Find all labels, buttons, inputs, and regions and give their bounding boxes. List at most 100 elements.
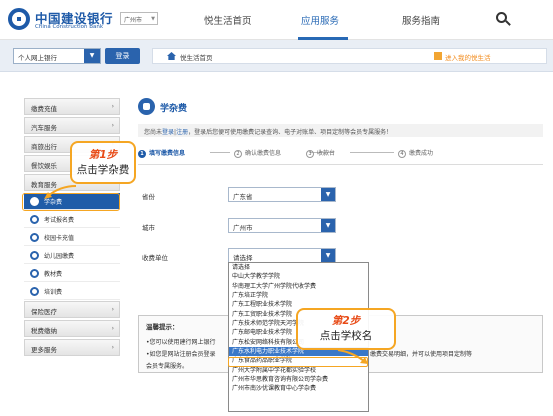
chevron-right-icon: › <box>111 325 114 332</box>
sidebar-sub-label: 培训费 <box>44 289 63 296</box>
login-bar: 个人网上银行 ▼ 登录 悦生活首页 进入我的悦生活 <box>0 40 553 72</box>
dropdown-option[interactable]: 广东培正学院 <box>229 291 368 300</box>
ccb-logo-icon <box>8 8 30 30</box>
dropdown-option[interactable]: 广州市华思教育咨询有限公司学杂费 <box>229 375 368 384</box>
home-icon[interactable] <box>167 52 176 60</box>
step-label: 缴费成功 <box>409 150 434 157</box>
sidebar-item-car[interactable]: 汽车服务 › <box>24 117 120 134</box>
payee-unit-select[interactable]: 请选择 ▼ <box>228 248 336 263</box>
chevron-down-icon: ▼ <box>151 16 155 22</box>
sidebar-item-label: 税费缴纳 <box>31 327 57 335</box>
step-connector <box>210 152 230 153</box>
step-success: 4 缴费成功 <box>398 148 433 158</box>
sidebar-sub-label: 考试报名费 <box>44 217 75 224</box>
step2-arrow-icon <box>337 349 368 364</box>
sidebar: 缴费充值› 汽车服务› 商旅出行› 餐饮娱乐› 教育服务⌄ 学杂费 考试报名费 … <box>24 98 120 358</box>
step1-arrow-icon <box>44 185 77 199</box>
sidebar-item-label: 汽车服务 <box>31 124 57 132</box>
step2-text: 点击学校名 <box>319 330 373 342</box>
chevron-right-icon: › <box>111 122 114 129</box>
breadcrumb: 悦生活首页 进入我的悦生活 <box>152 48 547 64</box>
dropdown-option[interactable]: 广州市南沙优课教育中心学杂费 <box>229 384 368 393</box>
login-button[interactable]: 登录 <box>105 48 140 64</box>
bank-logo[interactable]: 中国建设银行 China Construction Bank <box>8 6 118 34</box>
tuition-title-icon <box>138 98 155 115</box>
city-select-value: 广州市 <box>124 17 143 24</box>
step-fill-info: 1 填写缴费信息 <box>138 148 185 158</box>
kindergarten-icon <box>30 251 39 260</box>
login-button-label: 登录 <box>115 52 130 60</box>
province-select[interactable]: 广东省 ▼ <box>228 187 336 202</box>
breadcrumb-home-link[interactable]: 悦生活首页 <box>180 52 213 62</box>
sidebar-item-insurance[interactable]: 保险医疗 › <box>24 301 120 318</box>
province-value: 广东省 <box>233 193 253 201</box>
city-field-select[interactable]: 广州市 ▼ <box>228 218 336 233</box>
sidebar-sub-label: 幼儿园缴费 <box>44 253 75 260</box>
step-cashier: 3 收款台 <box>306 148 335 158</box>
notice-prefix: 您尚未 <box>144 129 163 136</box>
step1-callout: 第1步 点击学杂费 <box>70 141 136 184</box>
sidebar-sub-exam-fee[interactable]: 考试报名费 <box>24 211 120 228</box>
login-notice: 您尚未登录|注册，登录后您便可使用缴费记录查询、电子对账单、项目定制等会员专属服… <box>138 124 543 137</box>
top-header: 中国建设银行 China Construction Bank 广州市 ▼ 悦生活… <box>0 0 553 40</box>
step-number: 2 <box>234 150 242 158</box>
chevron-down-icon: ▼ <box>84 49 100 63</box>
dropdown-option[interactable]: 华南理工大学广州学院代收学费 <box>229 282 368 291</box>
step-label: 确认缴费信息 <box>245 150 282 157</box>
payee-unit-value: 请选择 <box>233 254 253 262</box>
notice-register-link[interactable]: 注册 <box>176 129 188 136</box>
chevron-down-icon: ▼ <box>321 219 335 232</box>
sidebar-item-label: 保险医疗 <box>31 308 57 316</box>
progress-steps: 1 填写缴费信息 2 确认缴费信息 3 收款台 4 缴费成功 <box>138 148 543 160</box>
chevron-right-icon: › <box>111 344 114 351</box>
step-label: 收款台 <box>317 150 336 157</box>
sidebar-item-label: 更多服务 <box>31 346 57 354</box>
sidebar-sub-training[interactable]: 培训费 <box>24 283 120 300</box>
chevron-right-icon: › <box>111 306 114 313</box>
sidebar-item-label: 餐饮娱乐 <box>31 162 57 170</box>
card-icon <box>30 233 39 242</box>
dropdown-option[interactable]: 中山大学教学学院 <box>229 272 368 281</box>
nav-service-guide[interactable]: 服务指南 <box>402 13 440 27</box>
step-number: 1 <box>138 150 146 158</box>
sidebar-sub-kindergarten[interactable]: 幼儿园缴费 <box>24 247 120 264</box>
notice-login-link[interactable]: 登录 <box>162 129 174 136</box>
province-label: 省份 <box>142 193 155 201</box>
city-field-value: 广州市 <box>233 224 253 232</box>
divider <box>138 164 543 165</box>
tips-line-2: •如您是网站注册会员登录 <box>146 351 216 358</box>
my-life-link[interactable]: 进入我的悦生活 <box>445 52 491 62</box>
search-icon[interactable] <box>496 12 512 28</box>
step-connector <box>350 152 394 153</box>
step2-title: 第2步 <box>331 315 361 327</box>
exam-icon <box>30 215 39 224</box>
book-icon <box>30 269 39 278</box>
favorite-icon <box>434 52 442 60</box>
step-label: 填写缴费信息 <box>149 150 186 157</box>
step-number: 4 <box>398 150 406 158</box>
step1-text: 点击学杂费 <box>76 164 130 176</box>
city-label: 城市 <box>142 224 155 232</box>
city-select[interactable]: 广州市 ▼ <box>120 12 158 25</box>
page-title: 学杂费 <box>160 104 188 114</box>
step1-title: 第1步 <box>88 149 118 161</box>
sidebar-sub-campus-card[interactable]: 校园卡充值 <box>24 229 120 246</box>
nav-home[interactable]: 悦生活首页 <box>204 13 252 27</box>
login-type-select[interactable]: 个人网上银行 ▼ <box>13 48 101 64</box>
chevron-down-icon: ▼ <box>321 188 335 201</box>
chevron-down-icon: ▼ <box>321 249 335 262</box>
sidebar-item-payment[interactable]: 缴费充值 › <box>24 98 120 115</box>
sidebar-item-tax[interactable]: 税费缴纳 › <box>24 320 120 337</box>
tips-title: 温馨提示： <box>146 323 179 331</box>
sidebar-sub-label: 教材费 <box>44 271 63 278</box>
sidebar-item-label: 缴费充值 <box>31 105 57 113</box>
login-type-value: 个人网上银行 <box>18 54 57 62</box>
tips-right-fragment: 缴费交易明细，并可以使用项目定制等 <box>370 351 473 358</box>
sidebar-sub-textbook[interactable]: 教材费 <box>24 265 120 282</box>
logo-en-text: China Construction Bank <box>35 24 104 30</box>
nav-app-services[interactable]: 应用服务 <box>301 13 339 27</box>
sidebar-item-more[interactable]: 更多服务 › <box>24 339 120 356</box>
dropdown-option[interactable]: 请选择 <box>229 263 368 272</box>
sidebar-item-label: 商旅出行 <box>31 143 57 151</box>
notice-suffix: ，登录后您便可使用缴费记录查询、电子对账单、项目定制等会员专属服务！ <box>188 129 393 136</box>
